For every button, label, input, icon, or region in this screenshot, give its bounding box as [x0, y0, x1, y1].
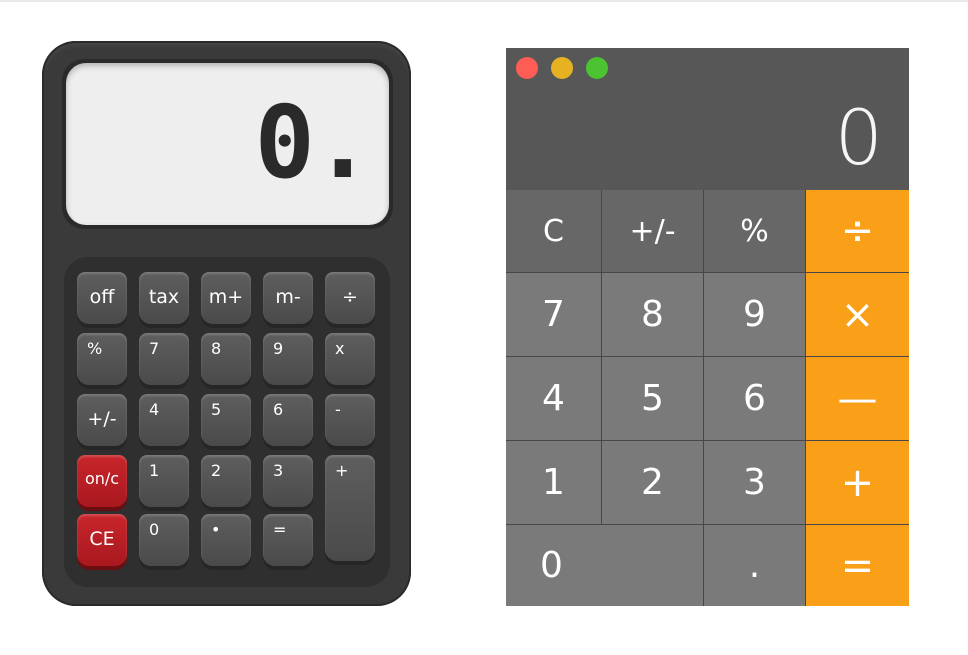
minus-label: -: [335, 400, 341, 419]
key-8[interactable]: 8: [602, 273, 703, 356]
percent-button[interactable]: %: [77, 333, 127, 385]
mac-keypad: C +/- % ÷ 7 8 9 × 4 5 6 — 1 2 3 + 0 . =: [506, 190, 909, 606]
key-1-label: 1: [149, 461, 160, 480]
lcd-display: 0.: [66, 63, 389, 225]
key-7-label: 7: [149, 339, 160, 358]
key-8[interactable]: 8: [201, 333, 251, 385]
minus-button[interactable]: —: [806, 357, 909, 440]
key-2[interactable]: 2: [602, 441, 703, 524]
mac-display: 0: [834, 93, 883, 182]
key-0[interactable]: 0: [506, 525, 703, 606]
key-3-label: 3: [273, 461, 284, 480]
zoom-window-button[interactable]: [586, 57, 608, 79]
mac-calculator-window: 0 C +/- % ÷ 7 8 9 × 4 5 6 — 1 2 3 + 0 . …: [506, 48, 909, 606]
plus-minus-button[interactable]: +/-: [77, 394, 127, 446]
minus-button[interactable]: -: [325, 394, 375, 446]
key-0-label: 0: [149, 520, 160, 539]
key-0[interactable]: 0: [139, 514, 189, 566]
key-2[interactable]: 2: [201, 455, 251, 507]
key-4[interactable]: 4: [506, 357, 601, 440]
equals-button[interactable]: =: [806, 525, 909, 606]
key-7[interactable]: 7: [139, 333, 189, 385]
percent-button[interactable]: %: [704, 190, 805, 272]
key-9-label: 9: [273, 339, 284, 358]
plus-button[interactable]: +: [325, 455, 375, 561]
key-1[interactable]: 1: [139, 455, 189, 507]
key-8-label: 8: [211, 339, 222, 358]
m-minus-button[interactable]: m-: [263, 272, 313, 324]
divide-button[interactable]: ÷: [806, 190, 909, 272]
key-6[interactable]: 6: [704, 357, 805, 440]
key-3[interactable]: 3: [263, 455, 313, 507]
off-label: off: [89, 286, 115, 308]
plus-minus-label: +/-: [87, 408, 117, 430]
key-4-label: 4: [149, 400, 160, 419]
divide-label: ÷: [342, 286, 358, 308]
m-plus-label: m+: [208, 286, 244, 308]
key-5-label: 5: [211, 400, 222, 419]
on-clear-button[interactable]: on/c: [77, 455, 127, 507]
top-divider: [0, 0, 968, 2]
key-9[interactable]: 9: [704, 273, 805, 356]
key-7[interactable]: 7: [506, 273, 601, 356]
key-6-label: 6: [273, 400, 284, 419]
on-clear-label: on/c: [84, 469, 120, 488]
key-6[interactable]: 6: [263, 394, 313, 446]
minimize-window-button[interactable]: [551, 57, 573, 79]
off-button[interactable]: off: [77, 272, 127, 324]
keypad: off tax m+ m- ÷ % 7 8 9 x +/- 4 5 6 - on…: [64, 257, 390, 587]
m-minus-label: m-: [275, 286, 301, 308]
equals-label: =: [273, 520, 287, 539]
decimal-button[interactable]: •: [201, 514, 251, 566]
lcd-readout: 0.: [254, 84, 373, 201]
percent-label: %: [87, 339, 103, 358]
tax-button[interactable]: tax: [139, 272, 189, 324]
m-plus-button[interactable]: m+: [201, 272, 251, 324]
clear-entry-label: CE: [89, 528, 115, 550]
tax-label: tax: [148, 286, 180, 308]
key-2-label: 2: [211, 461, 222, 480]
plus-button[interactable]: +: [806, 441, 909, 524]
equals-button[interactable]: =: [263, 514, 313, 566]
plus-label: +: [335, 461, 349, 480]
key-1[interactable]: 1: [506, 441, 601, 524]
key-5[interactable]: 5: [201, 394, 251, 446]
multiply-label: x: [335, 339, 345, 358]
divide-button[interactable]: ÷: [325, 272, 375, 324]
key-3[interactable]: 3: [704, 441, 805, 524]
clear-button[interactable]: C: [506, 190, 601, 272]
physical-calculator: 0. off tax m+ m- ÷ % 7 8 9 x +/- 4 5 6 -…: [42, 41, 411, 606]
clear-entry-button[interactable]: CE: [77, 514, 127, 566]
key-9[interactable]: 9: [263, 333, 313, 385]
decimal-button[interactable]: .: [704, 525, 805, 606]
multiply-button[interactable]: ×: [806, 273, 909, 356]
multiply-button[interactable]: x: [325, 333, 375, 385]
close-window-button[interactable]: [516, 57, 538, 79]
decimal-label: •: [211, 520, 221, 539]
key-4[interactable]: 4: [139, 394, 189, 446]
plus-minus-button[interactable]: +/-: [602, 190, 703, 272]
key-5[interactable]: 5: [602, 357, 703, 440]
